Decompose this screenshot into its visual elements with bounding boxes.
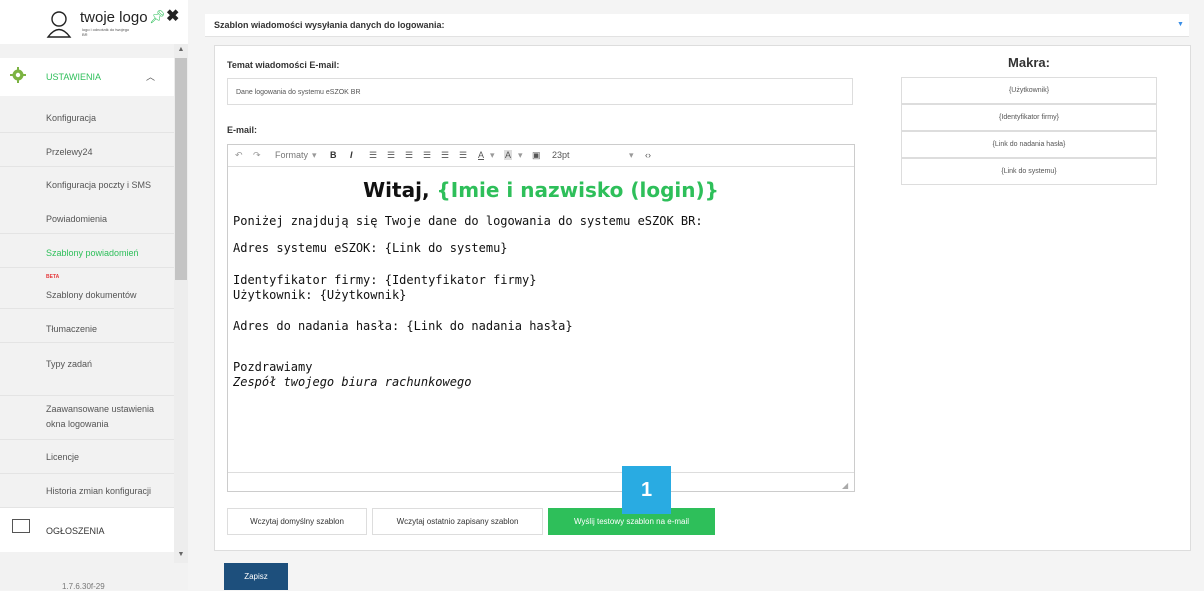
editor-toolbar: ↶ ↷ Formaty ▾ B I ☰ ☰ ☰ ☰ ☰ ☰ A ▾ A ▾ ▣ … xyxy=(228,145,854,167)
annotation-badge: 1 xyxy=(622,466,671,514)
scroll-up-icon[interactable]: ▲ xyxy=(175,46,187,53)
body-line-company: Identyfikator firmy: {Identyfikator firm… xyxy=(233,273,537,287)
indent-increase-icon[interactable]: ☰ xyxy=(459,150,467,161)
image-icon[interactable]: ▣ xyxy=(532,150,541,161)
sidebar-item-label: Szablony powiadomień xyxy=(46,248,139,258)
indent-decrease-icon[interactable]: ☰ xyxy=(441,150,449,161)
background-color-caret-icon[interactable]: ▾ xyxy=(518,150,523,161)
logo-area: twoje logo logo i odnośnik do twojego BR… xyxy=(0,0,188,44)
italic-icon[interactable]: I xyxy=(350,150,353,160)
sidebar-item-label: Typy zadań xyxy=(46,359,93,369)
pin-icon[interactable]: 📌︎ xyxy=(149,9,166,25)
scroll-down-icon[interactable]: ▼ xyxy=(175,551,187,558)
caret-down-icon[interactable]: ▼ xyxy=(1177,21,1184,28)
body-line-intro: Poniżej znajdują się Twoje dane do logow… xyxy=(233,214,703,228)
align-left-icon[interactable]: ☰ xyxy=(369,150,377,161)
template-header-title: Szablon wiadomości wysyłania danych do l… xyxy=(214,20,445,30)
greeting-macro: {Imie i nazwisko (login)} xyxy=(436,178,719,202)
main-content: Szablon wiadomości wysyłania danych do l… xyxy=(205,0,1204,590)
macro-system-link[interactable]: {Link do systemu} xyxy=(901,158,1157,185)
formats-caret-icon[interactable]: ▾ xyxy=(312,150,317,161)
editor-statusbar: ◢ xyxy=(228,472,854,491)
align-justify-icon[interactable]: ☰ xyxy=(423,150,431,161)
sidebar-scroll-thumb[interactable] xyxy=(175,58,187,280)
sidebar-section-settings[interactable]: USTAWIENIA ︿ xyxy=(0,58,174,96)
sidebar-item-licencje[interactable]: Licencje xyxy=(0,440,174,474)
load-last-button[interactable]: Wczytaj ostatnio zapisany szablon xyxy=(372,508,543,535)
resize-grip-icon[interactable]: ◢ xyxy=(842,481,848,490)
subject-input[interactable]: Dane logowania do systemu eSZOK BR xyxy=(227,78,853,105)
text-color-caret-icon[interactable]: ▾ xyxy=(490,150,495,161)
newspaper-icon xyxy=(12,519,30,533)
body-line-signature: Zespół twojego biura rachunkowego xyxy=(233,375,472,389)
sidebar-item-label: Przelewy24 xyxy=(46,147,93,157)
bold-icon[interactable]: B xyxy=(330,150,337,160)
macro-user[interactable]: {Użytkownik} xyxy=(901,77,1157,104)
macros-title: Makra: xyxy=(1008,55,1050,70)
macro-company-id[interactable]: {Identyfikator firmy} xyxy=(901,104,1157,131)
body-line-greeting: Pozdrawiamy xyxy=(233,360,313,374)
sidebar-menu: USTAWIENIA ︿ Konfiguracja Przelewy24 Kon… xyxy=(0,58,174,563)
sidebar-item-label: Licencje xyxy=(46,452,80,462)
sidebar-item-label: OGŁOSZENIA xyxy=(46,526,105,536)
body-line-password: Adres do nadania hasła: {Link do nadania… xyxy=(233,319,573,333)
sidebar-section-label: USTAWIENIA xyxy=(46,72,102,82)
template-header[interactable]: Szablon wiadomości wysyłania danych do l… xyxy=(205,14,1189,37)
sidebar-item-typy-zadan[interactable]: Typy zadań xyxy=(0,343,174,396)
email-label: E-mail: xyxy=(227,125,258,135)
logo-subtitle: logo i odnośnik do twojego BR xyxy=(82,27,130,37)
source-code-icon[interactable]: ‹› xyxy=(645,150,651,160)
template-panel: Temat wiadomości E-mail: Dane logowania … xyxy=(214,45,1191,551)
sidebar-item-ogloszenia[interactable]: OGŁOSZENIA xyxy=(0,508,174,552)
sidebar-item-label-line-2: okna logowania xyxy=(46,419,109,429)
sidebar-item-tlumaczenie[interactable]: Tłumaczenie xyxy=(0,309,174,343)
sidebar-item-konfiguracja[interactable]: Konfiguracja xyxy=(0,99,174,133)
formats-dropdown[interactable]: Formaty xyxy=(275,150,308,160)
sidebar-item-label: Tłumaczenie xyxy=(46,324,98,334)
logo-title: twoje logo xyxy=(80,9,148,26)
email-editor: ↶ ↷ Formaty ▾ B I ☰ ☰ ☰ ☰ ☰ ☰ A ▾ A ▾ ▣ … xyxy=(227,144,855,492)
align-right-icon[interactable]: ☰ xyxy=(405,150,413,161)
body-line-system: Adres systemu eSZOK: {Link do systemu} xyxy=(233,241,508,255)
sidebar-item-label: Historia zmian konfiguracji xyxy=(46,486,152,496)
macro-password-link[interactable]: {Link do nadania hasła} xyxy=(901,131,1157,158)
undo-icon[interactable]: ↶ xyxy=(235,150,243,161)
sidebar-item-historia[interactable]: Historia zmian konfiguracji xyxy=(0,474,174,508)
text-color-icon[interactable]: A xyxy=(478,150,484,160)
align-center-icon[interactable]: ☰ xyxy=(387,150,395,161)
background-color-icon[interactable]: A xyxy=(504,150,513,160)
logo-icon xyxy=(46,11,72,38)
beta-badge: BETA xyxy=(46,274,60,280)
subject-label: Temat wiadomości E-mail: xyxy=(227,60,340,70)
chevron-up-icon[interactable]: ︿ xyxy=(146,70,155,83)
font-size-dropdown[interactable]: 23pt xyxy=(552,150,570,160)
sidebar-item-label-line-1: Zaawansowane ustawienia xyxy=(46,404,155,414)
sidebar-item-label: Konfiguracja xyxy=(46,113,97,123)
greeting-line: Witaj, {Imie i nazwisko (login)} xyxy=(228,178,854,202)
greeting-text: Witaj, xyxy=(363,178,430,202)
sidebar-item-przelewy24[interactable]: Przelewy24 xyxy=(0,133,174,167)
editor-body[interactable]: Witaj, {Imie i nazwisko (login)} Poniżej… xyxy=(228,167,854,472)
body-line-user: Użytkownik: {Użytkownik} xyxy=(233,288,407,302)
load-default-button[interactable]: Wczytaj domyślny szablon xyxy=(227,508,367,535)
save-button[interactable]: Zapisz xyxy=(224,563,288,590)
close-icon[interactable]: ✖ xyxy=(166,6,179,26)
sidebar-item-label: Konfiguracja poczty i SMS xyxy=(46,180,152,190)
sidebar-item-label: Szablony dokumentów xyxy=(46,290,137,300)
redo-icon[interactable]: ↷ xyxy=(253,150,261,161)
sidebar-item-konfiguracja-poczty[interactable]: Konfiguracja poczty i SMS xyxy=(0,167,174,201)
font-size-caret-icon[interactable]: ▾ xyxy=(629,150,634,161)
sidebar-item-szablony-dokumentow[interactable]: BETA Szablony dokumentów xyxy=(0,268,174,309)
sidebar-item-zaawansowane[interactable]: Zaawansowane ustawienia okna logowania xyxy=(0,396,174,440)
sidebar-item-label: Powiadomienia xyxy=(46,214,108,224)
sidebar-item-powiadomienia[interactable]: Powiadomienia xyxy=(0,200,174,234)
sidebar-item-szablony-powiadomien[interactable]: Szablony powiadomień xyxy=(0,234,174,268)
gear-icon xyxy=(10,67,26,83)
